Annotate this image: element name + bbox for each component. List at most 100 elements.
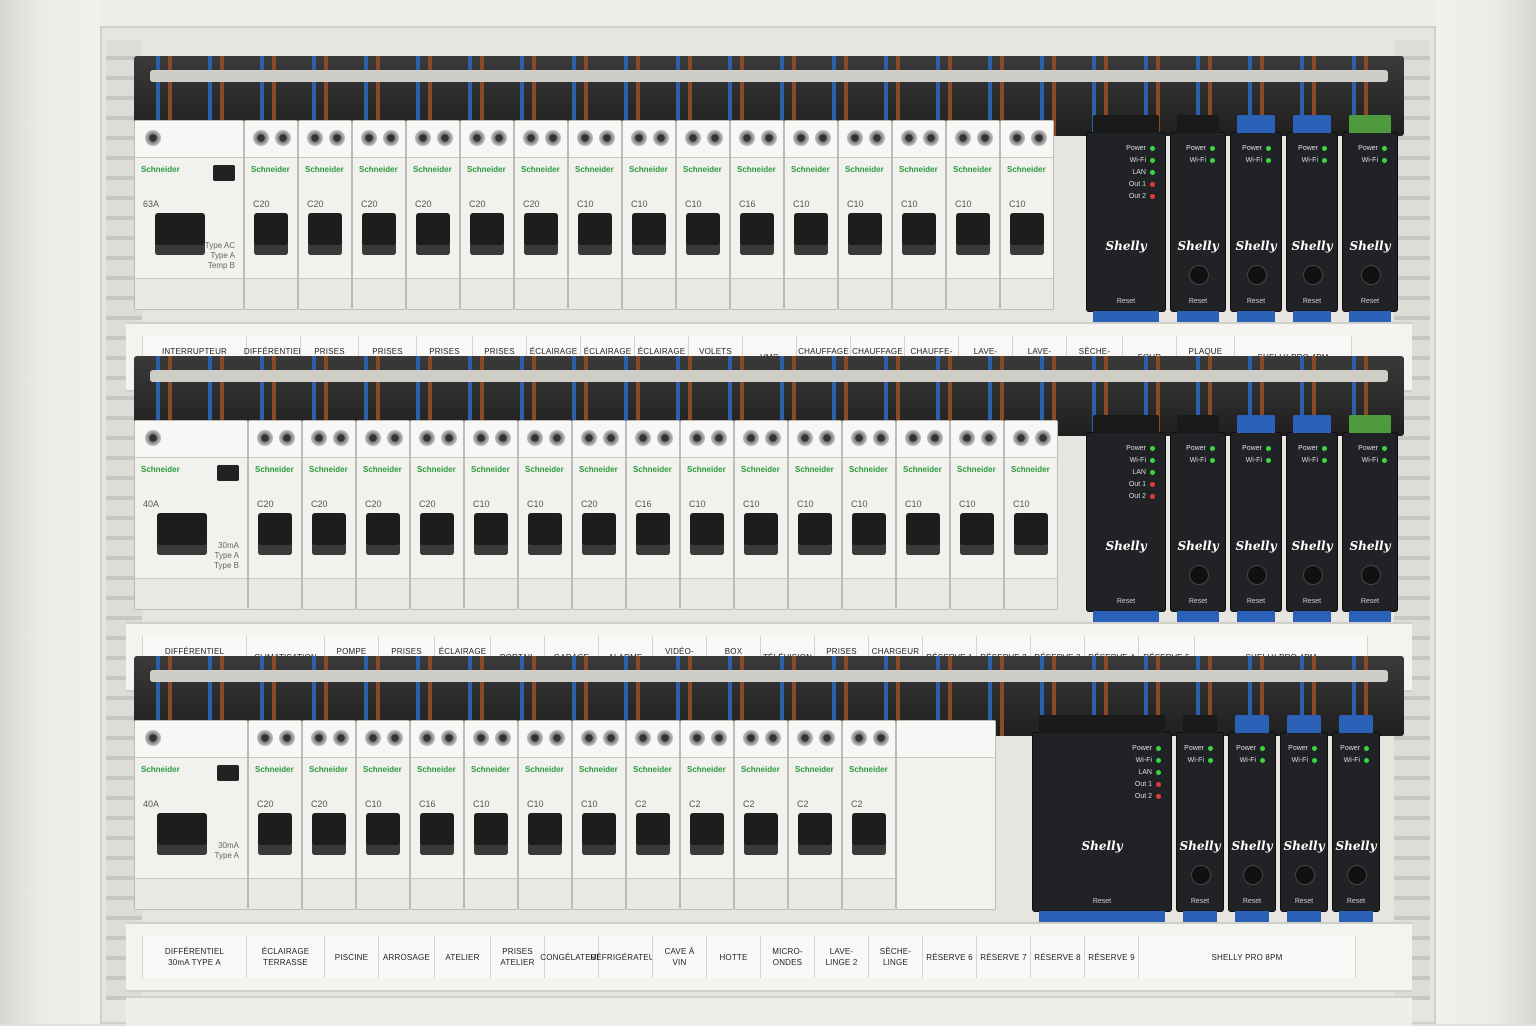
- breaker-lever[interactable]: [528, 513, 562, 555]
- reset-button[interactable]: [1361, 265, 1381, 285]
- circuit-breaker[interactable]: Schneider C10: [842, 420, 896, 610]
- breaker-lever[interactable]: [906, 513, 940, 555]
- circuit-breaker[interactable]: Schneider C20: [410, 420, 464, 610]
- circuit-breaker[interactable]: Schneider C10: [896, 420, 950, 610]
- circuit-breaker[interactable]: Schneider C16: [410, 720, 464, 910]
- rcd-breaker[interactable]: Schneider 40A 30mA Type A Type B: [134, 420, 248, 610]
- breaker-lever[interactable]: [744, 513, 778, 555]
- circuit-breaker[interactable]: Schneider C2: [626, 720, 680, 910]
- breaker-lever[interactable]: [578, 213, 612, 255]
- circuit-breaker[interactable]: Schneider C10: [1000, 120, 1054, 310]
- breaker-lever[interactable]: [686, 213, 720, 255]
- circuit-breaker[interactable]: Schneider C10: [572, 720, 626, 910]
- breaker-lever[interactable]: [636, 513, 670, 555]
- circuit-breaker[interactable]: Schneider C10: [946, 120, 1000, 310]
- circuit-breaker[interactable]: Schneider C10: [676, 120, 730, 310]
- circuit-breaker[interactable]: Schneider C2: [680, 720, 734, 910]
- circuit-breaker[interactable]: Schneider C2: [788, 720, 842, 910]
- test-button[interactable]: [213, 165, 235, 181]
- test-button[interactable]: [217, 465, 239, 481]
- breaker-lever[interactable]: [960, 513, 994, 555]
- circuit-breaker[interactable]: Schneider C10: [568, 120, 622, 310]
- reset-button[interactable]: [1303, 565, 1323, 585]
- circuit-breaker[interactable]: Schneider C16: [626, 420, 680, 610]
- breaker-lever[interactable]: [636, 813, 670, 855]
- circuit-breaker[interactable]: Schneider C10: [518, 420, 572, 610]
- breaker-lever[interactable]: [798, 513, 832, 555]
- circuit-breaker[interactable]: Schneider C10: [464, 420, 518, 610]
- reset-button[interactable]: [1247, 265, 1267, 285]
- circuit-breaker[interactable]: Schneider C20: [514, 120, 568, 310]
- breaker-lever[interactable]: [744, 813, 778, 855]
- circuit-breaker[interactable]: Schneider C10: [680, 420, 734, 610]
- reset-button[interactable]: [1189, 265, 1209, 285]
- circuit-breaker[interactable]: Schneider C10: [784, 120, 838, 310]
- circuit-breaker[interactable]: Schneider C20: [356, 420, 410, 610]
- breaker-lever[interactable]: [258, 813, 292, 855]
- circuit-breaker[interactable]: Schneider C20: [244, 120, 298, 310]
- breaker-lever[interactable]: [474, 813, 508, 855]
- circuit-breaker[interactable]: Schneider C20: [302, 720, 356, 910]
- circuit-breaker[interactable]: Schneider C10: [464, 720, 518, 910]
- breaker-lever[interactable]: [632, 213, 666, 255]
- circuit-breaker[interactable]: Schneider C20: [248, 420, 302, 610]
- circuit-breaker[interactable]: Schneider C16: [730, 120, 784, 310]
- breaker-lever[interactable]: [362, 213, 396, 255]
- circuit-breaker[interactable]: Schneider C10: [1004, 420, 1058, 610]
- circuit-breaker[interactable]: Schneider C20: [572, 420, 626, 610]
- circuit-breaker[interactable]: Schneider C10: [950, 420, 1004, 610]
- reset-button[interactable]: [1303, 265, 1323, 285]
- circuit-breaker[interactable]: Schneider C20: [352, 120, 406, 310]
- breaker-lever[interactable]: [258, 513, 292, 555]
- circuit-breaker[interactable]: Schneider C20: [302, 420, 356, 610]
- breaker-lever[interactable]: [157, 813, 207, 855]
- circuit-breaker[interactable]: Schneider C10: [788, 420, 842, 610]
- breaker-lever[interactable]: [690, 513, 724, 555]
- breaker-lever[interactable]: [366, 813, 400, 855]
- breaker-lever[interactable]: [528, 813, 562, 855]
- breaker-lever[interactable]: [852, 513, 886, 555]
- circuit-breaker[interactable]: Schneider C2: [842, 720, 896, 910]
- reset-button[interactable]: [1247, 565, 1267, 585]
- breaker-lever[interactable]: [582, 813, 616, 855]
- reset-button[interactable]: [1347, 865, 1367, 885]
- rcd-breaker[interactable]: Schneider 63A Type AC Type A Temp B: [134, 120, 244, 310]
- breaker-lever[interactable]: [524, 213, 558, 255]
- breaker-lever[interactable]: [470, 213, 504, 255]
- rcd-breaker[interactable]: Schneider 40A 30mA Type A: [134, 720, 248, 910]
- circuit-breaker[interactable]: Schneider C10: [734, 420, 788, 610]
- circuit-breaker[interactable]: Schneider C20: [460, 120, 514, 310]
- breaker-lever[interactable]: [312, 813, 346, 855]
- breaker-lever[interactable]: [852, 813, 886, 855]
- breaker-lever[interactable]: [582, 513, 616, 555]
- circuit-breaker[interactable]: Schneider C10: [622, 120, 676, 310]
- breaker-lever[interactable]: [740, 213, 774, 255]
- breaker-lever[interactable]: [848, 213, 882, 255]
- breaker-lever[interactable]: [308, 213, 342, 255]
- breaker-lever[interactable]: [794, 213, 828, 255]
- reset-button[interactable]: [1189, 565, 1209, 585]
- circuit-breaker[interactable]: Schneider C2: [734, 720, 788, 910]
- circuit-breaker[interactable]: Schneider C10: [838, 120, 892, 310]
- breaker-lever[interactable]: [366, 513, 400, 555]
- circuit-breaker[interactable]: Schneider C10: [518, 720, 572, 910]
- circuit-breaker[interactable]: Schneider C10: [892, 120, 946, 310]
- reset-button[interactable]: [1361, 565, 1381, 585]
- breaker-lever[interactable]: [420, 513, 454, 555]
- reset-button[interactable]: [1243, 865, 1263, 885]
- breaker-lever[interactable]: [474, 513, 508, 555]
- breaker-lever[interactable]: [155, 213, 205, 255]
- breaker-lever[interactable]: [254, 213, 288, 255]
- circuit-breaker[interactable]: Schneider C20: [298, 120, 352, 310]
- breaker-lever[interactable]: [1010, 213, 1044, 255]
- circuit-breaker[interactable]: Schneider C10: [356, 720, 410, 910]
- test-button[interactable]: [217, 765, 239, 781]
- breaker-lever[interactable]: [956, 213, 990, 255]
- breaker-lever[interactable]: [798, 813, 832, 855]
- breaker-lever[interactable]: [690, 813, 724, 855]
- breaker-lever[interactable]: [416, 213, 450, 255]
- breaker-lever[interactable]: [902, 213, 936, 255]
- reset-button[interactable]: [1295, 865, 1315, 885]
- breaker-lever[interactable]: [157, 513, 207, 555]
- circuit-breaker[interactable]: Schneider C20: [406, 120, 460, 310]
